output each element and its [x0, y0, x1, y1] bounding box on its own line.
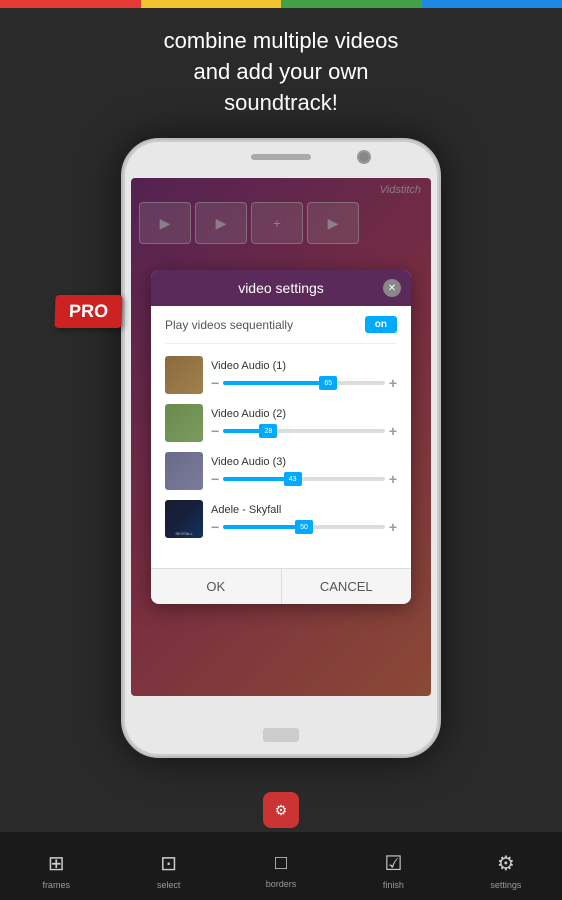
slider-track-4[interactable]: 50 [223, 525, 385, 529]
slider-track-3[interactable]: 43 [223, 477, 385, 481]
slider-minus-2[interactable]: − [211, 424, 219, 438]
phone-device: Vidstitch ▶ ▶ + ▶ [0, 138, 562, 758]
slider-thumb-4[interactable]: 50 [295, 520, 313, 534]
audio-title-2: Video Audio (2) [211, 408, 397, 420]
phone-screen: Vidstitch ▶ ▶ + ▶ [131, 178, 431, 696]
settings-icon: ⚙ [497, 851, 515, 876]
slider-track-2[interactable]: 28 [223, 429, 385, 433]
settings-label: settings [490, 880, 521, 890]
dialog-header: video settings ✕ [151, 270, 411, 306]
top-bar-blue [422, 0, 562, 8]
slider-plus-3[interactable]: + [389, 472, 397, 486]
audio-item-4: SKYFALL Adele - Skyfall − 50 [165, 500, 397, 538]
nav-item-frames[interactable]: ⊞ frames [0, 832, 112, 900]
top-bar-green [281, 0, 422, 8]
phone-speaker [251, 154, 311, 160]
audio-info-4: Adele - Skyfall − 50 + [211, 504, 397, 534]
slider-plus-4[interactable]: + [389, 520, 397, 534]
audio-thumb-4: SKYFALL [165, 500, 203, 538]
slider-row-3: − 43 + [211, 472, 397, 486]
sequential-label: Play videos sequentially [165, 318, 293, 332]
slider-minus-4[interactable]: − [211, 520, 219, 534]
audio-info-2: Video Audio (2) − 28 + [211, 408, 397, 438]
video-settings-dialog: video settings ✕ Play videos sequentiall… [151, 270, 411, 604]
frames-icon: ⊞ [48, 851, 65, 876]
slider-plus-2[interactable]: + [389, 424, 397, 438]
header-line1: combine multiple videos [164, 28, 399, 53]
top-bar-yellow [141, 0, 282, 8]
slider-thumb-2[interactable]: 28 [259, 424, 277, 438]
select-icon: ⊡ [160, 851, 177, 876]
slider-thumb-3[interactable]: 43 [284, 472, 302, 486]
header-line2: and add your own [194, 59, 369, 84]
dialog-overlay: video settings ✕ Play videos sequentiall… [131, 178, 431, 696]
audio-thumb-1 [165, 356, 203, 394]
slider-fill-4 [223, 525, 304, 529]
slider-track-1[interactable]: 65 [223, 381, 385, 385]
audio-thumb-2 [165, 404, 203, 442]
camera-action-button[interactable]: ⚙ [263, 792, 299, 828]
slider-plus-1[interactable]: + [389, 376, 397, 390]
audio-info-3: Video Audio (3) − 43 + [211, 456, 397, 486]
nav-item-select[interactable]: ⊡ select [112, 832, 224, 900]
audio-item-3: Video Audio (3) − 43 + [165, 452, 397, 490]
header-text: combine multiple videos and add your own… [0, 8, 562, 138]
slider-fill-3 [223, 477, 292, 481]
finish-icon: ☑ [384, 851, 402, 876]
phone-body: Vidstitch ▶ ▶ + ▶ [121, 138, 441, 758]
bottom-navigation: ⊞ frames ⊡ select □ borders ☑ finish ⚙ s… [0, 832, 562, 900]
audio-title-4: Adele - Skyfall [211, 504, 397, 516]
nav-item-settings[interactable]: ⚙ settings [450, 832, 562, 900]
top-bar-red [0, 0, 141, 8]
finish-label: finish [383, 880, 404, 890]
dialog-buttons: OK CANCEL [151, 568, 411, 604]
nav-item-borders[interactable]: □ borders [225, 832, 337, 900]
phone-camera [359, 152, 369, 162]
header-line3: soundtrack! [224, 90, 338, 115]
top-color-bar [0, 0, 562, 8]
slider-fill-1 [223, 381, 328, 385]
audio-title-1: Video Audio (1) [211, 360, 397, 372]
borders-icon: □ [275, 852, 287, 875]
dialog-body: Play videos sequentially on Video Audio … [151, 306, 411, 558]
slider-thumb-1[interactable]: 65 [319, 376, 337, 390]
borders-label: borders [266, 879, 297, 889]
nav-item-finish[interactable]: ☑ finish [337, 832, 449, 900]
sequential-play-row: Play videos sequentially on [165, 316, 397, 344]
slider-minus-1[interactable]: − [211, 376, 219, 390]
ok-button[interactable]: OK [151, 569, 282, 604]
audio-item-1: Video Audio (1) − 65 + [165, 356, 397, 394]
cancel-button[interactable]: CANCEL [282, 569, 412, 604]
pro-badge: PRO [54, 295, 122, 328]
phone-home-button[interactable] [263, 728, 299, 742]
sequential-toggle[interactable]: on [365, 316, 397, 333]
audio-item-2: Video Audio (2) − 28 + [165, 404, 397, 442]
dialog-close-button[interactable]: ✕ [383, 279, 401, 297]
select-label: select [157, 880, 181, 890]
frames-label: frames [42, 880, 70, 890]
audio-info-1: Video Audio (1) − 65 + [211, 360, 397, 390]
slider-row-4: − 50 + [211, 520, 397, 534]
slider-row-1: − 65 + [211, 376, 397, 390]
slider-row-2: − 28 + [211, 424, 397, 438]
audio-thumb-3 [165, 452, 203, 490]
audio-title-3: Video Audio (3) [211, 456, 397, 468]
slider-minus-3[interactable]: − [211, 472, 219, 486]
dialog-title: video settings [238, 280, 324, 296]
